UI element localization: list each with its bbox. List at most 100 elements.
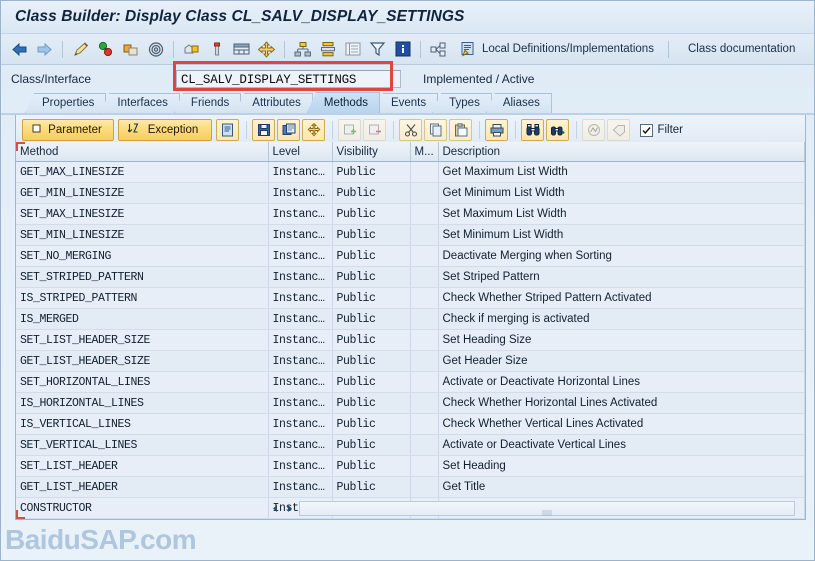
cell-m[interactable] [410, 414, 438, 435]
cell-description[interactable]: Deactivate Merging when Sorting [438, 246, 805, 267]
cell-m[interactable] [410, 183, 438, 204]
cell-visibility[interactable]: Public [332, 288, 410, 309]
info-icon[interactable] [391, 38, 414, 60]
table-row[interactable]: GET_LIST_HEADER Instanc… Public Get Titl… [16, 477, 805, 498]
tab-attributes[interactable]: Attributes [235, 93, 313, 113]
cell-method[interactable]: SET_VERTICAL_LINES [16, 435, 268, 456]
filter-funnel-icon[interactable] [366, 38, 389, 60]
cell-visibility[interactable]: Public [332, 414, 410, 435]
cell-method[interactable]: IS_MERGED [16, 309, 268, 330]
scroll-right-icon[interactable] [282, 502, 296, 516]
cell-method[interactable]: GET_LIST_HEADER [16, 477, 268, 498]
cell-level[interactable]: Instanc… [268, 435, 332, 456]
pin-icon[interactable] [205, 38, 228, 60]
cell-method[interactable]: CONSTRUCTOR [16, 498, 268, 519]
table-row[interactable]: GET_LIST_HEADER_SIZE Instanc… Public Get… [16, 351, 805, 372]
cell-method[interactable]: SET_MIN_LINESIZE [16, 225, 268, 246]
pattern-icon[interactable] [144, 38, 167, 60]
table-row[interactable]: SET_LIST_HEADER_SIZE Instanc… Public Set… [16, 330, 805, 351]
tab-properties[interactable]: Properties [25, 93, 106, 113]
parameter-button[interactable]: Parameter [22, 119, 114, 141]
where-used-icon[interactable] [180, 38, 203, 60]
cell-description[interactable]: Get Maximum List Width [438, 162, 805, 183]
filter-checkbox[interactable] [640, 124, 653, 137]
cell-description[interactable]: Check Whether Vertical Lines Activated [438, 414, 805, 435]
activate-icon[interactable] [119, 38, 142, 60]
cell-m[interactable] [410, 204, 438, 225]
local-definitions-button[interactable]: Local Definitions/Implementations [451, 38, 658, 60]
cell-description[interactable]: Set Heading Size [438, 330, 805, 351]
cell-method[interactable]: GET_LIST_HEADER_SIZE [16, 351, 268, 372]
cell-visibility[interactable]: Public [332, 330, 410, 351]
cell-description[interactable]: Activate or Deactivate Horizontal Lines [438, 372, 805, 393]
column-header-visibility[interactable]: Visibility [332, 142, 410, 162]
cell-method[interactable]: SET_HORIZONTAL_LINES [16, 372, 268, 393]
delete-row-icon[interactable] [363, 119, 386, 141]
cell-m[interactable] [410, 246, 438, 267]
cell-visibility[interactable]: Public [332, 372, 410, 393]
cell-m[interactable] [410, 435, 438, 456]
cell-description[interactable]: Activate or Deactivate Vertical Lines [438, 435, 805, 456]
methods-table-container[interactable]: Method Level Visibility M... Description… [16, 142, 805, 519]
scrollbar-track[interactable] [299, 501, 795, 516]
print-preview-icon[interactable] [230, 38, 253, 60]
class-interface-input[interactable]: CL_SALV_DISPLAY_SETTINGS [176, 70, 401, 88]
cell-m[interactable] [410, 393, 438, 414]
table-row[interactable]: GET_MIN_LINESIZE Instanc… Public Get Min… [16, 183, 805, 204]
cell-method[interactable]: GET_MAX_LINESIZE [16, 162, 268, 183]
hierarchy-icon[interactable] [291, 38, 314, 60]
cell-description[interactable]: Set Heading [438, 456, 805, 477]
class-documentation-button[interactable]: Class documentation [682, 38, 799, 60]
cell-method[interactable]: SET_LIST_HEADER [16, 456, 268, 477]
forward-arrow-icon[interactable] [33, 38, 56, 60]
column-header-m[interactable]: M... [410, 142, 438, 162]
cell-method[interactable]: SET_LIST_HEADER_SIZE [16, 330, 268, 351]
copy-window-icon[interactable] [277, 119, 300, 141]
source-code-icon[interactable] [216, 119, 239, 141]
cell-m[interactable] [410, 477, 438, 498]
cell-level[interactable]: Instanc… [268, 162, 332, 183]
cell-m[interactable] [410, 225, 438, 246]
cell-level[interactable]: Instanc… [268, 246, 332, 267]
cell-m[interactable] [410, 351, 438, 372]
column-header-level[interactable]: Level [268, 142, 332, 162]
tab-aliases[interactable]: Aliases [486, 93, 552, 113]
cell-visibility[interactable]: Public [332, 456, 410, 477]
tab-methods[interactable]: Methods [307, 92, 380, 113]
save-disk-icon[interactable] [252, 119, 275, 141]
cell-level[interactable]: Instanc… [268, 288, 332, 309]
cell-m[interactable] [410, 330, 438, 351]
table-row[interactable]: IS_STRIPED_PATTERN Instanc… Public Check… [16, 288, 805, 309]
cell-description[interactable]: Set Striped Pattern [438, 267, 805, 288]
cell-visibility[interactable]: Public [332, 309, 410, 330]
cell-visibility[interactable]: Public [332, 204, 410, 225]
stack-icon[interactable] [316, 38, 339, 60]
filter-checkbox-group[interactable]: Filter [640, 124, 683, 137]
cell-level[interactable]: Instanc… [268, 309, 332, 330]
find-next-icon[interactable] [546, 119, 569, 141]
expand-arrows-icon[interactable] [302, 119, 325, 141]
cell-description[interactable]: Get Minimum List Width [438, 183, 805, 204]
exception-button[interactable]: Exception [118, 119, 212, 141]
print-icon[interactable] [485, 119, 508, 141]
cell-method[interactable]: IS_HORIZONTAL_LINES [16, 393, 268, 414]
copy-icon[interactable] [424, 119, 447, 141]
pencil-edit-icon[interactable] [69, 38, 92, 60]
check-object-icon[interactable] [94, 38, 117, 60]
table-row[interactable]: SET_MAX_LINESIZE Instanc… Public Set Max… [16, 204, 805, 225]
cell-method[interactable]: IS_VERTICAL_LINES [16, 414, 268, 435]
column-header-description[interactable]: Description [438, 142, 805, 162]
table-row[interactable]: IS_VERTICAL_LINES Instanc… Public Check … [16, 414, 805, 435]
cell-level[interactable]: Instanc… [268, 183, 332, 204]
tab-events[interactable]: Events [374, 93, 438, 113]
cell-level[interactable]: Instanc… [268, 351, 332, 372]
cell-method[interactable]: SET_NO_MERGING [16, 246, 268, 267]
cell-level[interactable]: Instanc… [268, 372, 332, 393]
cell-m[interactable] [410, 267, 438, 288]
find-binoculars-icon[interactable] [521, 119, 544, 141]
cell-level[interactable]: Instanc… [268, 456, 332, 477]
cell-description[interactable]: Set Maximum List Width [438, 204, 805, 225]
table-row[interactable]: IS_MERGED Instanc… Public Check if mergi… [16, 309, 805, 330]
cell-visibility[interactable]: Public [332, 246, 410, 267]
cell-description[interactable]: Get Header Size [438, 351, 805, 372]
